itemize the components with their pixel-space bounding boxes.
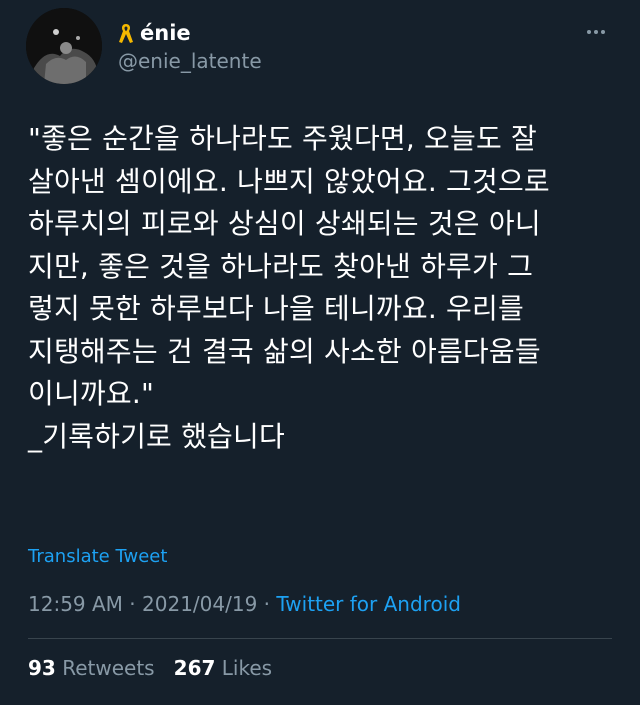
tweet-meta: 12:59 AM · 2021/04/19 · Twitter for Andr… (28, 592, 461, 616)
display-name-row[interactable]: énie (118, 20, 262, 46)
meta-separator: · (122, 592, 143, 616)
user-handle[interactable]: @enie_latente (118, 48, 262, 74)
divider (28, 638, 612, 639)
tweet-text: "좋은 순간을 하나라도 주웠다면, 오늘도 잘 살아낸 셈이에요. 나쁘지 않… (28, 122, 550, 453)
yellow-ribbon-icon (119, 24, 133, 43)
avatar-image (26, 8, 102, 84)
likes-label: Likes (221, 656, 273, 680)
tweet-time[interactable]: 12:59 AM (28, 592, 123, 616)
retweets-count: 93 (28, 656, 56, 680)
likes-stat[interactable]: 267 Likes (174, 656, 272, 680)
more-options-icon[interactable] (582, 22, 610, 42)
likes-count: 267 (173, 656, 216, 680)
translate-tweet-link[interactable]: Translate Tweet (28, 546, 167, 567)
display-name: énie (140, 21, 191, 45)
tweet-header: énie @enie_latente (26, 8, 620, 84)
tweet-date[interactable]: 2021/04/19 (142, 592, 257, 616)
retweets-label: Retweets (62, 656, 155, 680)
retweets-stat[interactable]: 93 Retweets (28, 656, 155, 680)
avatar[interactable] (26, 8, 102, 84)
tweet-source-link[interactable]: Twitter for Android (276, 592, 461, 616)
meta-separator-2: · (257, 592, 277, 616)
tweet-stats: 93 Retweets 267 Likes (28, 656, 272, 680)
user-names: énie @enie_latente (118, 20, 262, 74)
